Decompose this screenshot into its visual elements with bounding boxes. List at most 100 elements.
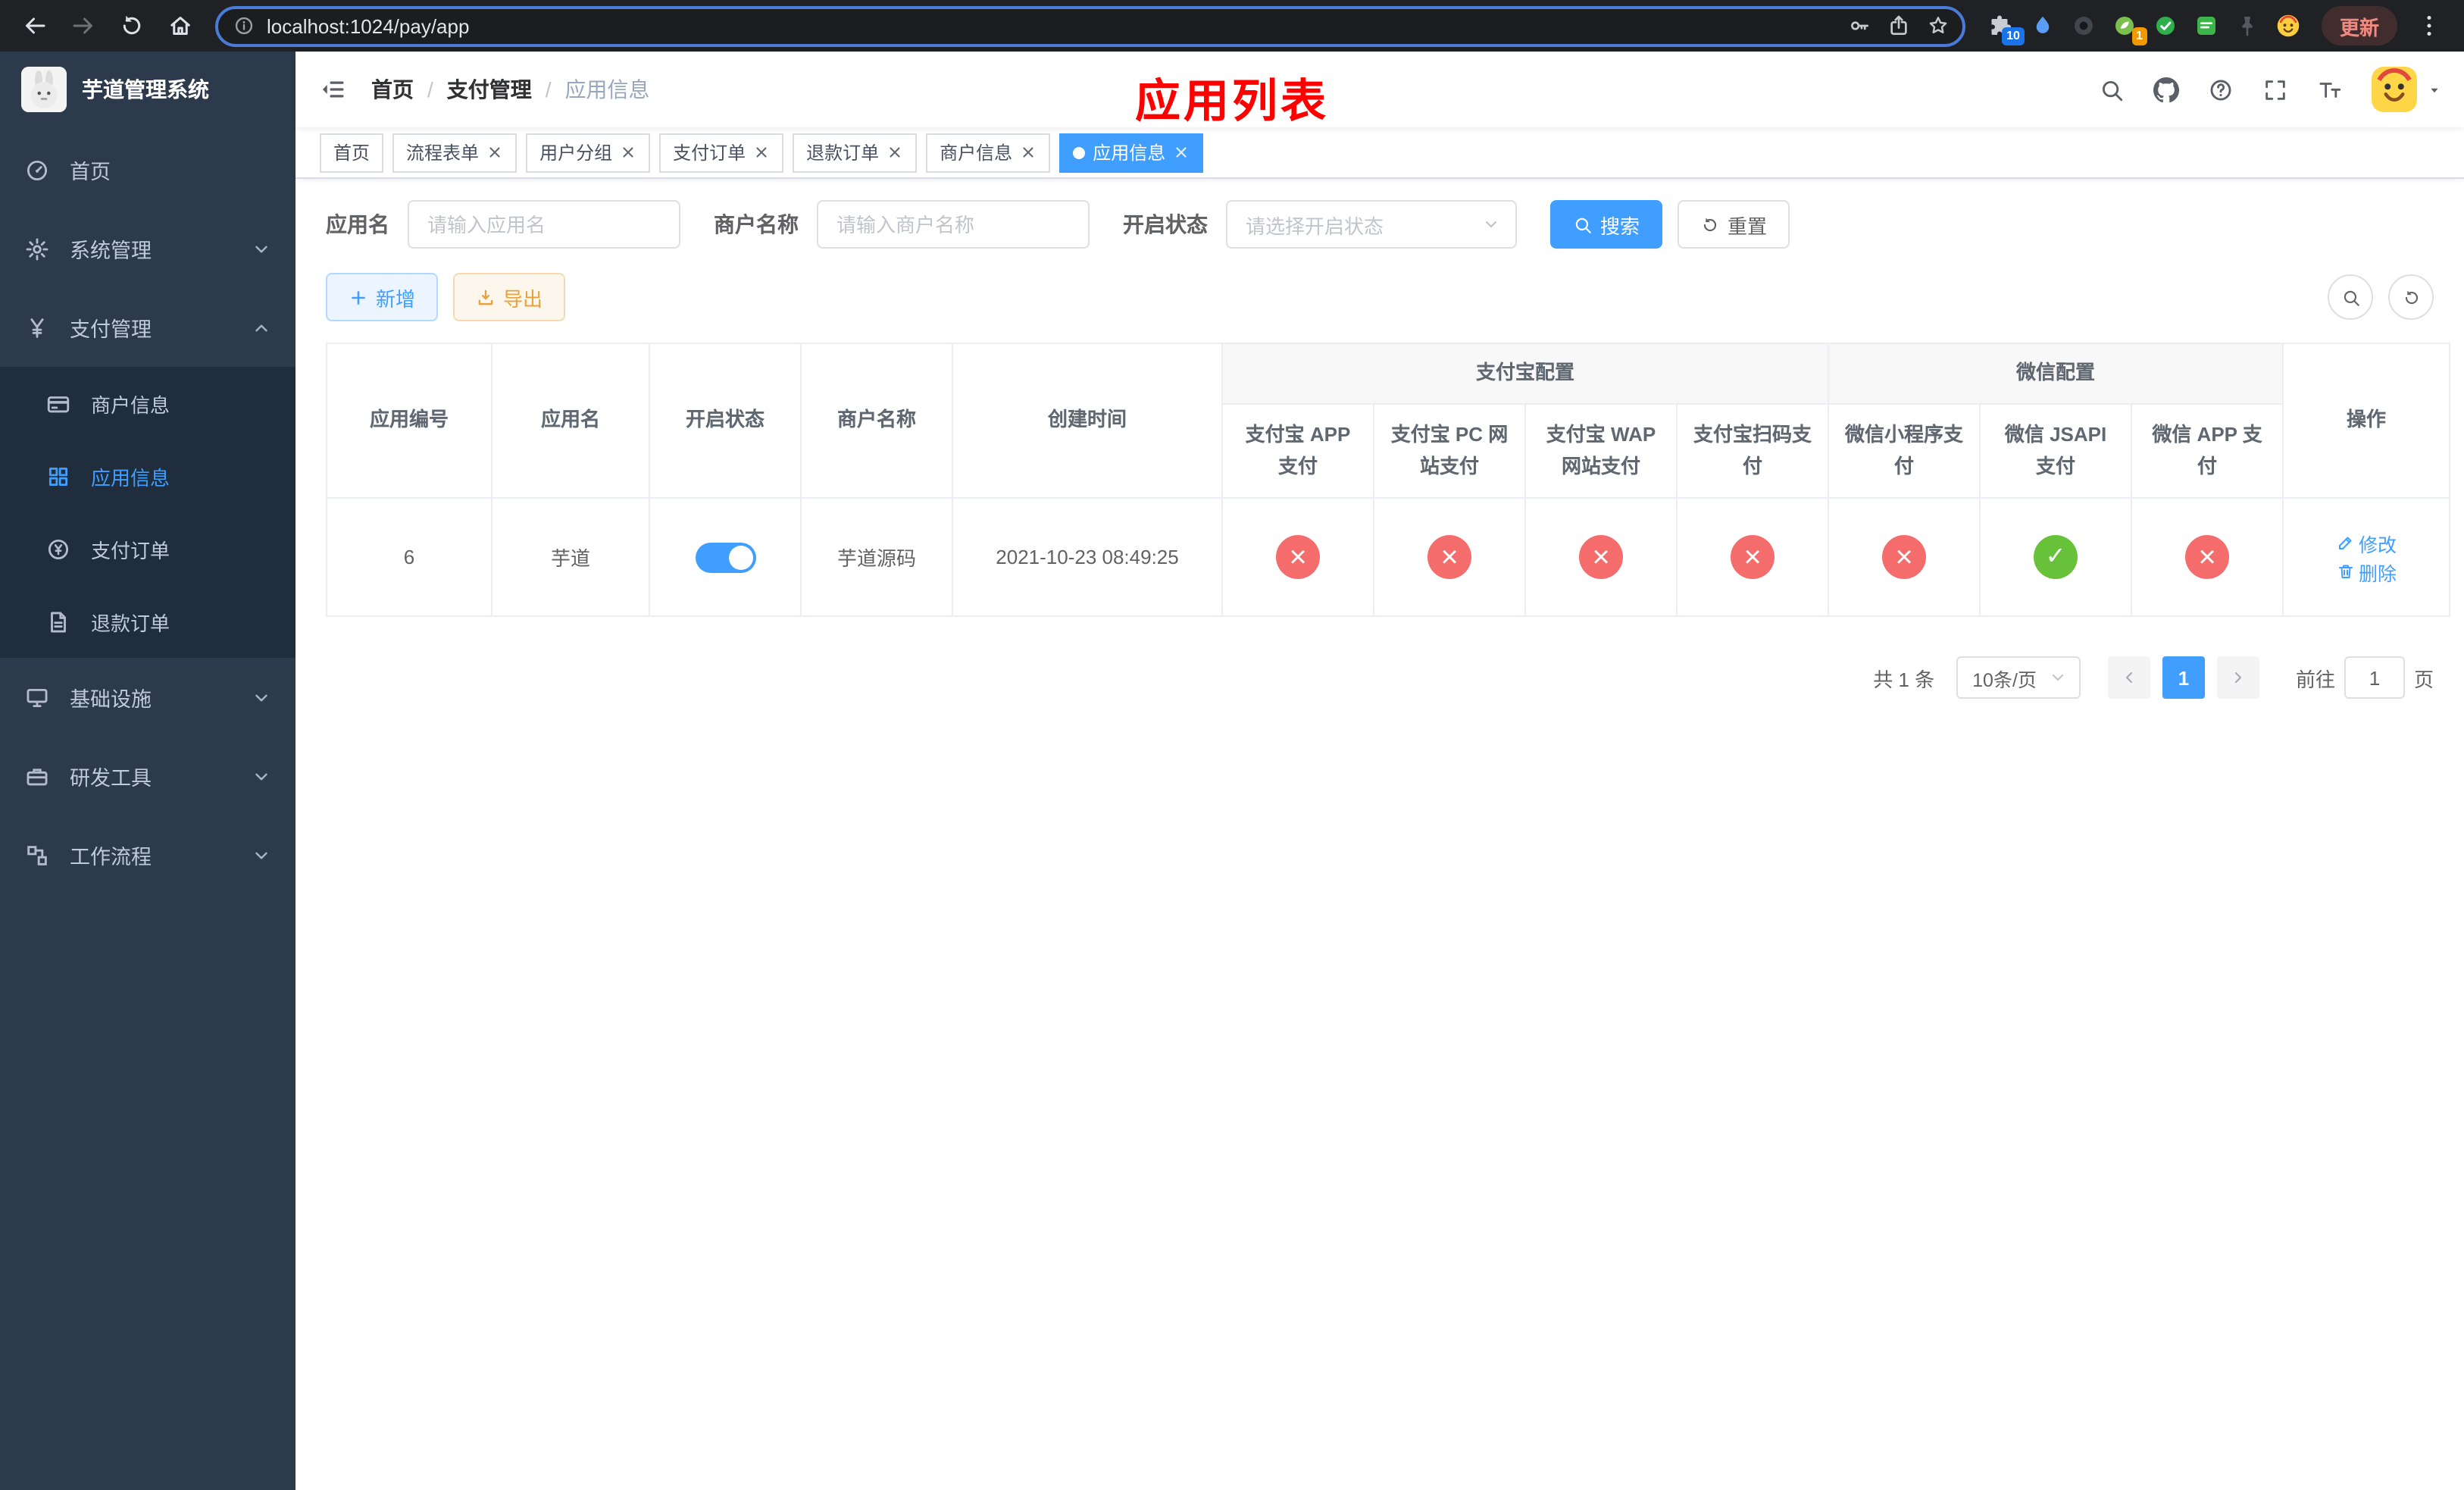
extension-pin-icon[interactable]	[2232, 11, 2262, 41]
toolbox-icon	[24, 763, 50, 789]
breadcrumb-home[interactable]: 首页	[371, 74, 414, 105]
next-page-button[interactable]	[2216, 656, 2259, 699]
navbar-actions	[2087, 65, 2443, 114]
search-icon	[2340, 287, 2360, 307]
app-table: 应用编号 应用名 开启状态 商户名称 创建时间 支付宝配置 微信配置 操作 支付…	[326, 343, 2451, 617]
sidebar-item-pay-orders[interactable]: 支付订单	[0, 512, 295, 585]
sidebar-item-home[interactable]: 首页	[0, 130, 295, 209]
delete-link[interactable]: 删除	[2336, 557, 2397, 586]
browser-back-button[interactable]	[12, 3, 58, 49]
page-size-select[interactable]: 10条/页	[1956, 656, 2081, 699]
cell-ops: 修改 删除	[2282, 497, 2451, 617]
table-toolbar: 新增 导出	[326, 273, 2434, 321]
tab-pay-orders[interactable]: 支付订单	[659, 133, 784, 172]
close-icon[interactable]	[886, 144, 903, 161]
gear-icon	[24, 236, 50, 261]
extensions-puzzle-icon[interactable]: 10	[1987, 11, 2025, 45]
plus-icon	[349, 287, 368, 307]
header-search-icon[interactable]	[2087, 65, 2135, 114]
export-button[interactable]: 导出	[453, 273, 566, 321]
avatar	[2372, 67, 2417, 112]
col-app-name: 应用名	[491, 343, 650, 499]
sidebar-item-refund-orders[interactable]: 退款订单	[0, 585, 295, 658]
tab-refund-orders[interactable]: 退款订单	[793, 133, 918, 172]
reset-button[interactable]: 重置	[1678, 200, 1790, 249]
help-question-icon[interactable]	[2196, 65, 2244, 114]
add-button[interactable]: 新增	[326, 273, 439, 321]
tab-home[interactable]: 首页	[320, 133, 384, 172]
sidebar-item-merchant-info[interactable]: 商户信息	[0, 367, 295, 440]
pagination: 共 1 条 10条/页 1 前往 页	[326, 656, 2434, 699]
sidebar-menu: 首页 系统管理 支付管理 商户信息 应用信息 支付订单 退款订单 基础设施 研发…	[0, 127, 295, 894]
bookmark-star-icon[interactable]	[1920, 8, 1956, 44]
browser-home-button[interactable]	[158, 3, 203, 49]
address-bar[interactable]: localhost:1024/pay/app	[215, 5, 1965, 46]
close-icon[interactable]	[1173, 144, 1190, 161]
breadcrumb-payment[interactable]: 支付管理	[447, 74, 532, 105]
prev-page-button[interactable]	[2107, 656, 2150, 699]
tab-merchant-info[interactable]: 商户信息	[926, 133, 1051, 172]
share-icon[interactable]	[1881, 8, 1917, 44]
tab-app-info[interactable]: 应用信息	[1059, 133, 1204, 172]
sidebar-toggle-icon[interactable]	[295, 52, 371, 127]
app-title: 芋道管理系统	[82, 77, 209, 102]
extension-green-leaf-icon[interactable]: 1	[2109, 11, 2147, 45]
merchant-name-label: 商户名称	[714, 212, 799, 236]
close-icon[interactable]	[1020, 144, 1037, 161]
github-icon[interactable]	[2141, 65, 2190, 114]
sidebar-item-app-info[interactable]: 应用信息	[0, 440, 295, 512]
tab-user-group[interactable]: 用户分组	[526, 133, 651, 172]
col-group-wechat: 微信配置	[1828, 343, 2284, 405]
tab-process-form[interactable]: 流程表单	[392, 133, 518, 172]
extensions-count-badge: 10	[2002, 27, 2025, 45]
yen-icon	[24, 315, 50, 340]
cell-app-name: 芋道	[491, 497, 650, 617]
browser-reload-button[interactable]	[109, 3, 155, 49]
site-info-icon[interactable]	[233, 15, 255, 36]
page-unit-label: 页	[2413, 668, 2434, 690]
breadcrumb: 首页 / 支付管理 / 应用信息	[371, 74, 650, 105]
status-switch[interactable]	[695, 542, 755, 572]
fullscreen-icon[interactable]	[2250, 65, 2299, 114]
merchant-name-input[interactable]	[817, 200, 1090, 249]
cell-merchant: 芋道源码	[800, 497, 953, 617]
extension-chat-icon[interactable]	[2191, 11, 2222, 41]
extension-blue-drop-icon[interactable]	[2028, 11, 2058, 41]
wechat-mini-pay-status-icon	[1882, 535, 1927, 579]
extension-dark-circle-icon[interactable]	[2068, 11, 2099, 41]
search-button[interactable]: 搜索	[1550, 200, 1663, 249]
app-name-input[interactable]	[408, 200, 680, 249]
font-size-icon[interactable]	[2305, 65, 2353, 114]
user-avatar-menu[interactable]	[2359, 67, 2443, 112]
browser-forward-button[interactable]	[61, 3, 106, 49]
col-alipay-pc: 支付宝 PC 网站支付	[1373, 403, 1526, 499]
sidebar-item-infrastructure[interactable]: 基础设施	[0, 658, 295, 737]
edit-pen-icon	[2336, 534, 2354, 552]
url-text: localhost:1024/pay/app	[267, 14, 470, 37]
close-icon[interactable]	[620, 144, 636, 161]
profile-avatar-icon[interactable]	[2273, 11, 2303, 41]
search-icon	[1573, 214, 1593, 234]
sidebar-item-workflow[interactable]: 工作流程	[0, 815, 295, 894]
refresh-table-button[interactable]	[2388, 274, 2434, 320]
sidebar-item-payment[interactable]: 支付管理	[0, 288, 295, 367]
sidebar-item-dev-tools[interactable]: 研发工具	[0, 737, 295, 815]
password-key-icon[interactable]	[1841, 8, 1878, 44]
close-icon[interactable]	[753, 144, 770, 161]
app-logo[interactable]: 芋道管理系统	[0, 52, 295, 127]
sidebar-item-system[interactable]: 系统管理	[0, 209, 295, 288]
page-1-button[interactable]: 1	[2162, 656, 2205, 699]
tags-view: 首页 流程表单 用户分组 支付订单 退款订单 商户信息 应用信息	[295, 127, 2464, 179]
close-icon[interactable]	[486, 144, 503, 161]
cell-app-id: 6	[326, 497, 492, 617]
alipay-wap-pay-status-icon	[1579, 535, 1623, 579]
toggle-search-button[interactable]	[2328, 274, 2373, 320]
browser-menu-icon[interactable]	[2406, 3, 2452, 49]
status-select[interactable]: 请选择开启状态	[1226, 200, 1517, 249]
browser-update-button[interactable]: 更新	[2321, 6, 2397, 45]
search-form: 应用名 商户名称 开启状态 请选择开启状态 搜索 重置	[326, 200, 2434, 249]
col-alipay-wap: 支付宝 WAP 网站支付	[1524, 403, 1678, 499]
edit-link[interactable]: 修改	[2336, 528, 2397, 557]
extension-check-circle-icon[interactable]	[2150, 11, 2181, 41]
goto-page-input[interactable]	[2344, 656, 2405, 699]
